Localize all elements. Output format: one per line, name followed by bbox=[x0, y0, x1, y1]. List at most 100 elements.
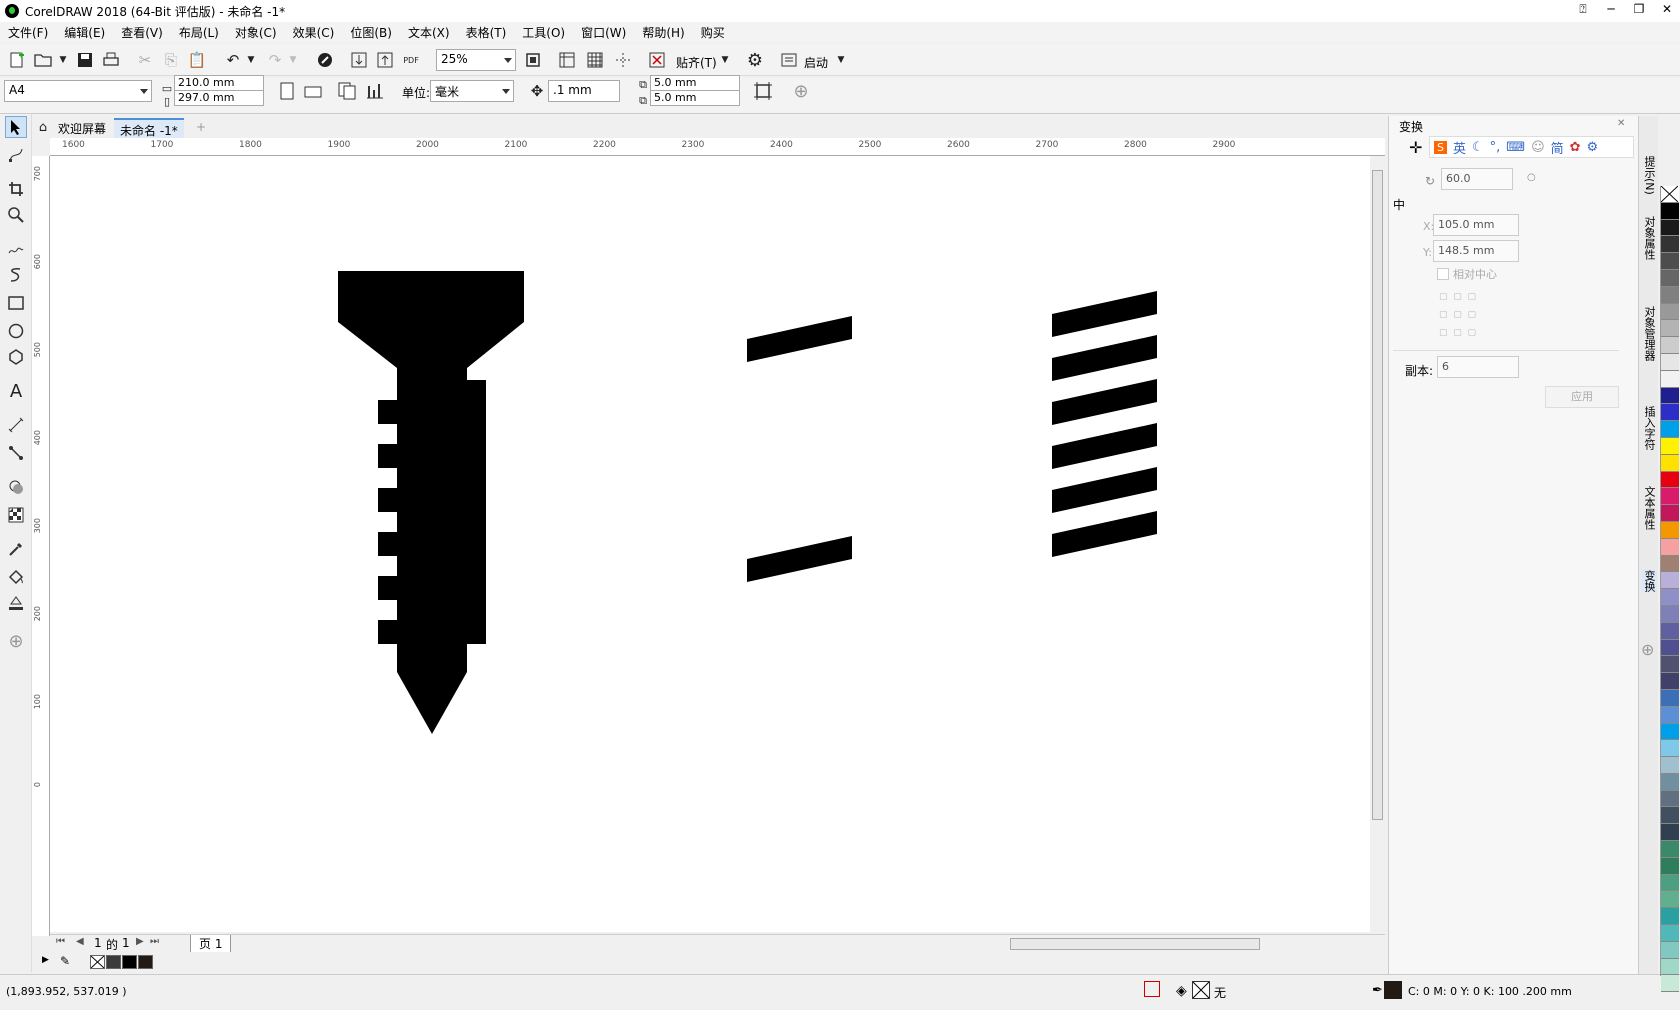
apply-button[interactable]: 应用 bbox=[1545, 386, 1619, 408]
fill-none-swatch[interactable] bbox=[1192, 981, 1210, 999]
launch-icon[interactable] bbox=[778, 49, 800, 71]
edit-bleed-icon[interactable] bbox=[752, 80, 774, 102]
menu-item-7[interactable]: 文本(X) bbox=[400, 24, 458, 41]
tab-welcome-screen[interactable]: 欢迎屏幕 bbox=[52, 118, 112, 138]
palette-swatch[interactable] bbox=[1661, 589, 1679, 606]
palette-swatch[interactable] bbox=[1661, 841, 1679, 858]
show-rulers-icon[interactable] bbox=[556, 49, 578, 71]
position-crosshair-icon[interactable]: ✛ bbox=[1409, 138, 1422, 157]
anchor-grid[interactable]: ▢ ▢ ▢ ▢ ▢ ▢ ▢ ▢ ▢ bbox=[1439, 288, 1499, 344]
docker-tab-text-properties[interactable]: 文本属性 bbox=[1641, 486, 1657, 530]
palette-swatch[interactable] bbox=[1661, 706, 1679, 724]
palette-swatch[interactable] bbox=[1661, 387, 1679, 405]
palette-swatch[interactable] bbox=[1661, 269, 1679, 287]
show-grid-icon[interactable] bbox=[584, 49, 606, 71]
palette-swatch[interactable] bbox=[1661, 471, 1679, 489]
palette-swatch[interactable] bbox=[1661, 555, 1679, 573]
new-tab-icon[interactable]: + bbox=[190, 118, 212, 138]
duplicate-y-input[interactable]: 5.0 mm bbox=[650, 90, 740, 106]
palette-swatch[interactable] bbox=[1660, 185, 1679, 203]
docker-tab-object-properties[interactable]: 对象属性 bbox=[1641, 216, 1657, 260]
ime-settings-icon[interactable]: ⚙ bbox=[1587, 140, 1599, 155]
rectangle-tool-icon[interactable] bbox=[5, 292, 27, 314]
menu-item-12[interactable]: 购买 bbox=[693, 24, 733, 41]
first-page-icon[interactable]: ⏮ bbox=[56, 936, 65, 947]
palette-swatch[interactable] bbox=[1661, 656, 1679, 674]
connector-tool-icon[interactable] bbox=[5, 442, 27, 464]
zoom-select[interactable]: 25% bbox=[436, 49, 516, 71]
close-button[interactable]: ✕ bbox=[1654, 0, 1680, 18]
docker-close-icon[interactable]: ✕ bbox=[1617, 118, 1625, 129]
palette-swatch[interactable] bbox=[1661, 723, 1679, 741]
palette-swatch[interactable] bbox=[1661, 975, 1679, 993]
palette-swatch[interactable] bbox=[1661, 286, 1679, 304]
docker-tab-transform[interactable]: 变换 bbox=[1641, 570, 1657, 592]
document-swatch[interactable] bbox=[122, 955, 137, 969]
copy-icon[interactable]: ⎘ bbox=[160, 49, 182, 71]
center-y-input[interactable]: 148.5 mm bbox=[1433, 240, 1519, 262]
smart-fill-tool-icon[interactable] bbox=[5, 592, 27, 614]
paste-icon[interactable]: 📋 bbox=[186, 49, 208, 71]
relative-center-checkbox[interactable] bbox=[1437, 268, 1449, 280]
palette-swatch[interactable] bbox=[1661, 891, 1679, 909]
nudge-distance-input[interactable]: .1 mm bbox=[548, 80, 620, 102]
vertical-scrollbar[interactable] bbox=[1370, 156, 1385, 934]
show-guidelines-icon[interactable] bbox=[612, 49, 634, 71]
page-size-select[interactable]: A4 bbox=[4, 80, 152, 102]
shape-tool-icon[interactable] bbox=[5, 144, 27, 166]
pick-tool-icon[interactable] bbox=[5, 116, 27, 138]
palette-swatch[interactable] bbox=[1661, 370, 1679, 388]
palette-swatch[interactable] bbox=[1661, 773, 1679, 791]
palette-swatch[interactable] bbox=[1661, 790, 1679, 808]
palette-swatch[interactable] bbox=[1661, 521, 1679, 539]
palette-swatch[interactable] bbox=[1661, 572, 1679, 590]
prev-page-icon[interactable]: ◀ bbox=[76, 936, 84, 947]
outline-color-swatch[interactable] bbox=[1384, 981, 1402, 999]
docker-tab-hints[interactable]: 提示(N) bbox=[1641, 156, 1657, 195]
document-swatch[interactable] bbox=[90, 955, 105, 969]
ime-logo-icon[interactable]: S bbox=[1434, 140, 1447, 154]
menu-item-8[interactable]: 表格(T) bbox=[458, 24, 515, 41]
eyedropper-tool-icon[interactable] bbox=[5, 538, 27, 560]
palette-swatch[interactable] bbox=[1661, 874, 1679, 892]
palette-swatch[interactable] bbox=[1661, 253, 1679, 270]
document-swatch[interactable] bbox=[138, 955, 153, 969]
vertical-scroll-thumb[interactable] bbox=[1372, 170, 1383, 820]
color-proofing-icon[interactable] bbox=[1144, 981, 1160, 997]
snap-to-dropdown[interactable]: 贴齐(T) bbox=[676, 54, 717, 71]
palette-swatch[interactable] bbox=[1661, 202, 1679, 220]
palette-menu-icon[interactable]: ▶ bbox=[42, 955, 49, 965]
menu-item-3[interactable]: 布局(L) bbox=[171, 24, 227, 41]
palette-swatch[interactable] bbox=[1661, 454, 1679, 472]
minimize-button[interactable]: ─ bbox=[1598, 0, 1624, 18]
screw-shape[interactable] bbox=[338, 271, 546, 734]
add-tool-icon[interactable]: ⊕ bbox=[5, 630, 27, 652]
cut-icon[interactable]: ✂ bbox=[134, 49, 156, 71]
menu-item-1[interactable]: 编辑(E) bbox=[56, 24, 113, 41]
print-icon[interactable] bbox=[100, 49, 122, 71]
palette-swatch[interactable] bbox=[1661, 622, 1679, 640]
all-pages-icon[interactable] bbox=[336, 80, 358, 102]
add-toolbar-item-icon[interactable]: ⊕ bbox=[790, 80, 812, 102]
menu-item-10[interactable]: 窗口(W) bbox=[573, 24, 634, 41]
import-icon[interactable] bbox=[348, 49, 370, 71]
snap-off-icon[interactable] bbox=[646, 49, 668, 71]
horizontal-scroll-thumb[interactable] bbox=[1010, 938, 1260, 950]
palette-swatch[interactable] bbox=[1661, 337, 1679, 354]
page-tab-1[interactable]: 页 1 bbox=[190, 935, 232, 953]
palette-swatch[interactable] bbox=[1661, 941, 1679, 959]
vertical-ruler[interactable]: 700 600 500 400 300 200 100 0 bbox=[32, 156, 50, 936]
palette-swatch[interactable] bbox=[1661, 824, 1679, 842]
palette-swatch[interactable] bbox=[1661, 505, 1679, 522]
palette-swatch[interactable] bbox=[1661, 219, 1679, 237]
ime-punct-icon[interactable]: °, bbox=[1490, 140, 1501, 155]
last-page-icon[interactable]: ⏭ bbox=[150, 936, 159, 947]
eyedropper-icon[interactable]: ✎ bbox=[60, 954, 70, 968]
menu-item-0[interactable]: 文件(F) bbox=[0, 24, 56, 41]
palette-swatch[interactable] bbox=[1661, 673, 1679, 690]
landscape-icon[interactable] bbox=[302, 80, 324, 102]
palette-swatch[interactable] bbox=[1661, 303, 1679, 321]
launch-button[interactable]: 启动 bbox=[804, 54, 828, 71]
palette-swatch[interactable] bbox=[1661, 925, 1679, 942]
ime-english-button[interactable]: 英 bbox=[1453, 138, 1466, 157]
